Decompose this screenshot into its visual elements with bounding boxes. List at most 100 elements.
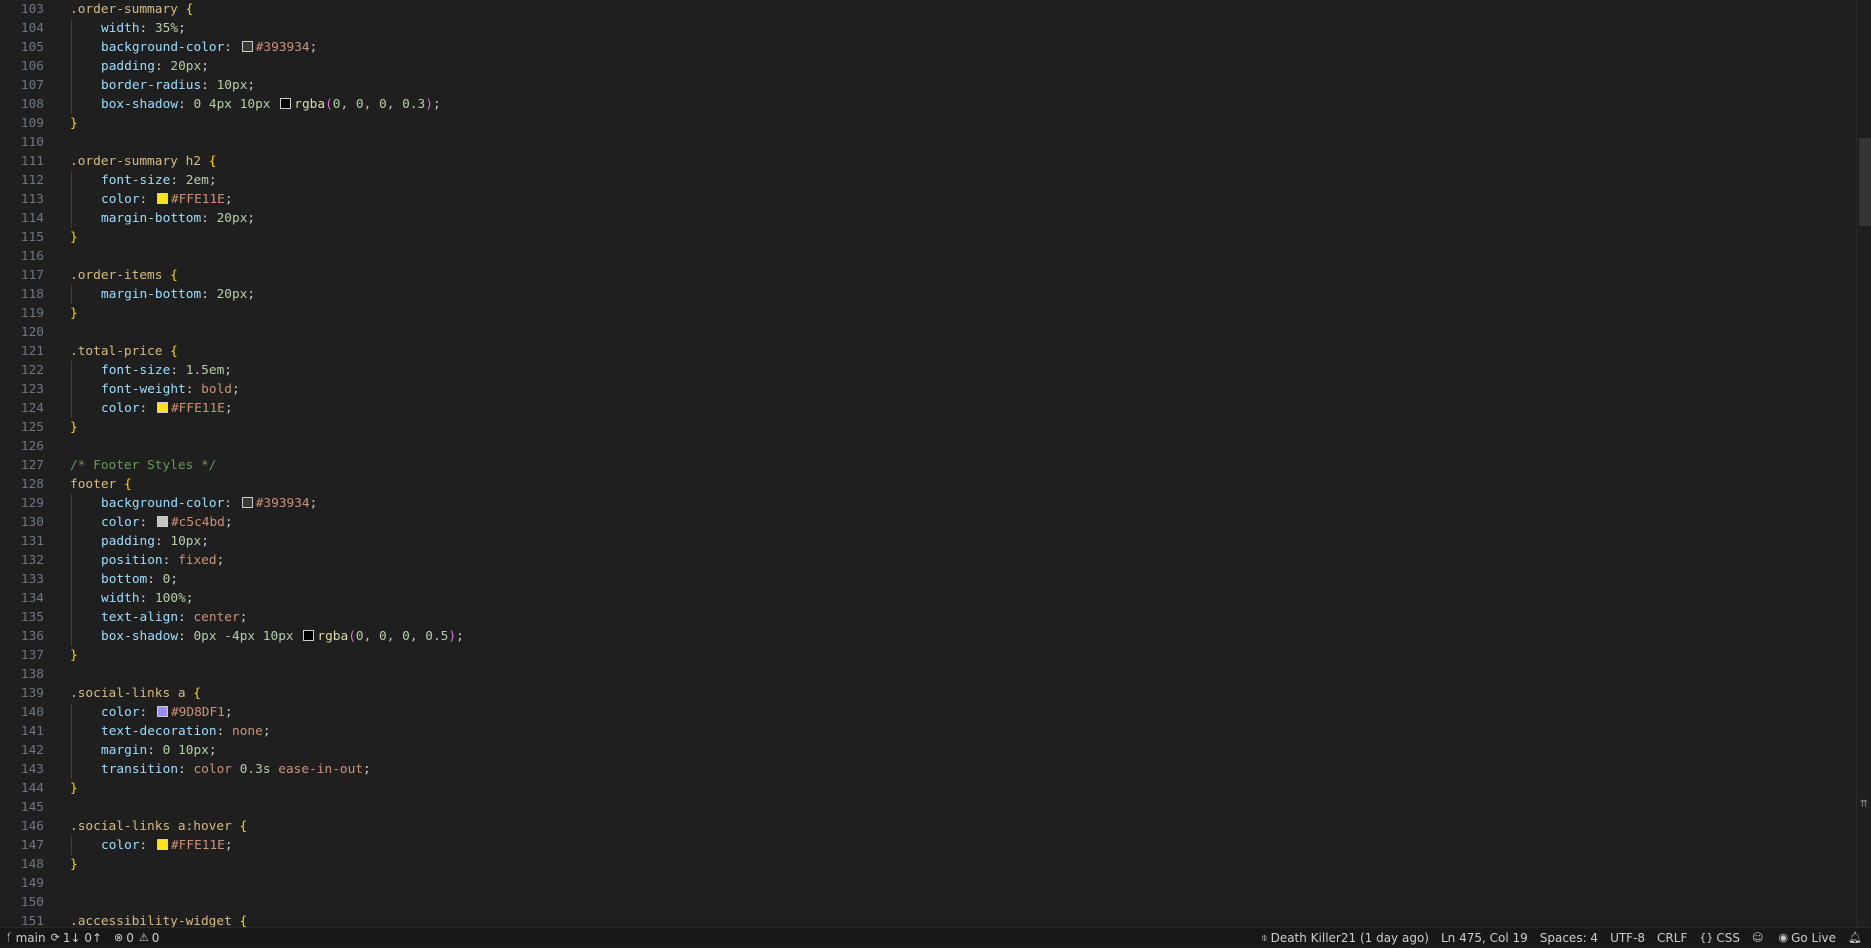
code-line[interactable]: 148} [0,855,1860,874]
code-line[interactable]: 143 transition: color 0.3s ease-in-out; [0,760,1860,779]
code-line[interactable]: 127 /* Footer Styles */ [0,456,1860,475]
eol-setting[interactable]: CRLF [1651,928,1693,948]
code-token: } [70,648,78,663]
line-text: } [70,418,78,437]
code-line[interactable]: 115} [0,228,1860,247]
git-commit-icon: ⌽ [1260,931,1268,944]
color-swatch[interactable] [241,41,253,52]
line-number: 132 [20,553,44,568]
code-line[interactable]: 111 .order-summary h2 { [0,152,1860,171]
color-swatch[interactable] [156,839,168,850]
code-line[interactable]: 114 margin-bottom: 20px; [0,209,1860,228]
scrollbar-thumb[interactable] [1859,138,1871,226]
code-line[interactable]: 136 box-shadow: 0px -4px 10px rgba(0, 0, … [0,627,1860,646]
line-text: .accessibility-widget { [70,912,247,927]
code-line[interactable]: 112 font-size: 2em; [0,171,1860,190]
code-line[interactable]: 139 .social-links a { [0,684,1860,703]
code-line[interactable]: 106 padding: 20px; [0,57,1860,76]
code-line[interactable]: 119} [0,304,1860,323]
line-number: 109 [20,116,44,131]
code-token: center [193,610,240,625]
code-token: .social-links a [70,686,186,701]
code-line[interactable]: 120 [0,323,1860,342]
color-swatch[interactable] [280,98,292,109]
indentation-setting[interactable]: Spaces: 4 [1534,928,1604,948]
code-line[interactable]: 128 footer { [0,475,1860,494]
git-blame-indicator[interactable]: ⌽ Death Killer21 (1 day ago) [1255,928,1435,948]
code-line[interactable]: 145 [0,798,1860,817]
code-token: { [185,2,194,17]
line-number: 116 [20,249,44,264]
code-line[interactable]: 135 text-align: center; [0,608,1860,627]
code-token: { [239,914,248,927]
code-token: : [224,496,240,511]
code-line[interactable]: 116 [0,247,1860,266]
code-area[interactable]: 103 .order-summary {104 width: 35%; 105 back… [0,0,1860,927]
code-line[interactable]: 110 [0,133,1860,152]
code-line[interactable]: 105 background-color: #393934; [0,38,1860,57]
code-line[interactable]: 151 .accessibility-widget { [0,912,1860,927]
color-swatch[interactable] [156,193,168,204]
blame-text: Death Killer21 (1 day ago) [1270,931,1429,945]
encoding-setting[interactable]: UTF-8 [1604,928,1651,948]
code-line[interactable]: 126 [0,437,1860,456]
code-line[interactable]: 132 position: fixed; [0,551,1860,570]
line-number: 110 [20,135,44,150]
code-line[interactable]: 140 color: #9D8DF1; [0,703,1860,722]
code-line[interactable]: 113 color: #FFE11E; [0,190,1860,209]
line-number: 133 [20,572,44,587]
code-line[interactable]: 104 width: 35%; [0,19,1860,38]
code-token: ; [208,743,217,758]
color-swatch[interactable] [156,402,168,413]
code-line[interactable]: 146 .social-links a:hover { [0,817,1860,836]
code-line[interactable]: 123 font-weight: bold; [0,380,1860,399]
vertical-scrollbar[interactable]: ⇈ [1856,0,1871,927]
code-token: margin-bottom [101,287,202,302]
copilot-button[interactable]: ☺ [1746,928,1772,948]
code-line[interactable]: 129 background-color: #393934; [0,494,1860,513]
color-swatch[interactable] [156,516,168,527]
code-line[interactable]: 121 .total-price { [0,342,1860,361]
code-line[interactable]: 142 margin: 0 10px; [0,741,1860,760]
code-token: color [193,762,232,777]
branch-indicator[interactable]: ᚶ main ⟳ 1↓ 0↑ [0,928,108,948]
code-line[interactable]: 130 color: #c5c4bd; [0,513,1860,532]
color-swatch[interactable] [241,497,253,508]
code-line[interactable]: 133 bottom: 0; [0,570,1860,589]
code-token: : [154,534,171,549]
line-number: 104 [20,21,44,36]
code-line[interactable]: 134 width: 100%; [0,589,1860,608]
code-line[interactable]: 107 border-radius: 10px; [0,76,1860,95]
notifications-button[interactable]: 🔔︎ [1842,928,1871,948]
cursor-position[interactable]: Ln 475, Col 19 [1435,928,1534,948]
code-line[interactable]: 149 [0,874,1860,893]
go-live-button[interactable]: ◉ Go Live [1772,928,1842,948]
code-line[interactable]: 144} [0,779,1860,798]
code-line[interactable]: 109} [0,114,1860,133]
code-line[interactable]: 138 [0,665,1860,684]
code-line[interactable]: 124 color: #FFE11E; [0,399,1860,418]
line-text: background-color: #393934; [101,38,317,57]
language-mode[interactable]: {} CSS [1693,928,1746,948]
code-line[interactable]: 118 margin-bottom: 20px; [0,285,1860,304]
code-line[interactable]: 125} [0,418,1860,437]
code-editor[interactable]: 103 .order-summary {104 width: 35%; 105 back… [0,0,1871,927]
code-line[interactable]: 108 box-shadow: 0 4px 10px rgba(0, 0, 0, … [0,95,1860,114]
code-line[interactable]: 117 .order-items { [0,266,1860,285]
code-token: transition [101,762,179,777]
code-line[interactable]: 150 [0,893,1860,912]
color-swatch[interactable] [156,706,168,717]
code-line[interactable]: 141 text-decoration: none; [0,722,1860,741]
code-line[interactable]: 131 padding: 10px; [0,532,1860,551]
copilot-icon: ☺ [1751,931,1764,944]
code-line[interactable]: 137} [0,646,1860,665]
line-text: transition: color 0.3s ease-in-out; [101,760,371,779]
problems-indicator[interactable]: ⊗ 0 ⚠ 0 [108,928,165,948]
code-line[interactable]: 103 .order-summary { [0,0,1860,19]
indent-guide [71,836,72,855]
line-text: color: #FFE11E; [101,399,233,418]
color-swatch[interactable] [303,630,315,641]
code-line[interactable]: 122 font-size: 1.5em; [0,361,1860,380]
code-line[interactable]: 147 color: #FFE11E; [0,836,1860,855]
